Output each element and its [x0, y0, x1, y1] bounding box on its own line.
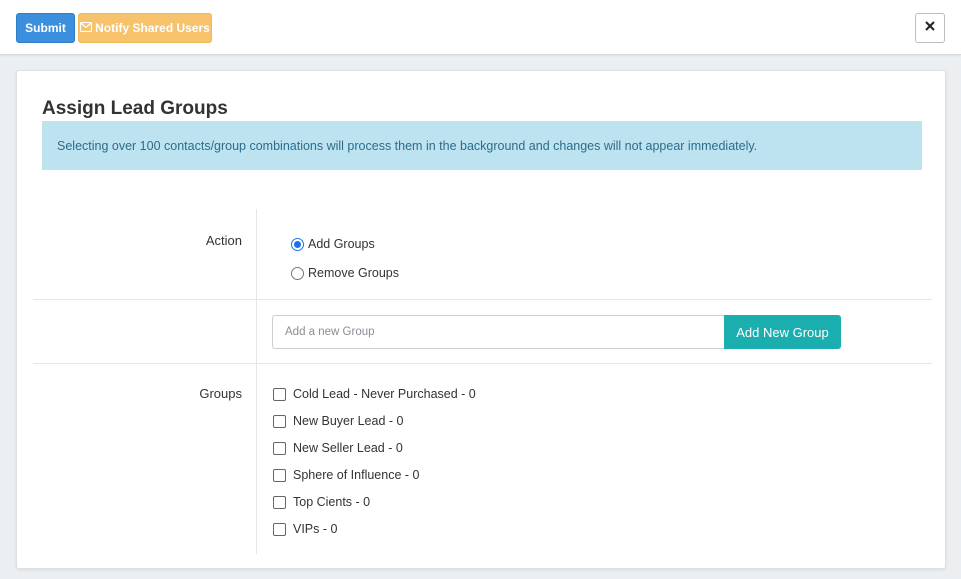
radio-add-groups[interactable]: Add Groups [291, 237, 375, 251]
group-item-top-clients[interactable]: Top Cients - 0 [273, 495, 370, 509]
assign-form: Action Add Groups Remove Groups Add New … [33, 209, 932, 554]
groups-label: Groups [199, 386, 242, 401]
remove-groups-radio[interactable] [291, 266, 304, 280]
group-checkbox[interactable] [273, 522, 286, 536]
top-toolbar: Submit Notify Shared Users [0, 0, 961, 55]
add-new-group-button[interactable]: Add New Group [724, 315, 841, 349]
assign-lead-groups-card: Assign Lead Groups Selecting over 100 co… [16, 70, 946, 569]
notify-shared-users-button[interactable]: Notify Shared Users [78, 13, 212, 43]
group-item-cold-lead[interactable]: Cold Lead - Never Purchased - 0 [273, 387, 476, 401]
group-item-label: Sphere of Influence - 0 [293, 468, 420, 482]
add-groups-label: Add Groups [308, 237, 375, 251]
action-row: Action Add Groups Remove Groups [33, 209, 932, 300]
page-title: Assign Lead Groups [42, 98, 228, 119]
group-item-label: VIPs - 0 [293, 522, 338, 536]
group-checkbox[interactable] [273, 495, 286, 509]
submit-button[interactable]: Submit [16, 13, 75, 43]
group-checkbox[interactable] [273, 414, 286, 428]
group-checkbox[interactable] [273, 441, 286, 455]
group-item-new-seller-lead[interactable]: New Seller Lead - 0 [273, 441, 403, 455]
info-alert-text: Selecting over 100 contacts/group combin… [57, 138, 758, 153]
group-item-sphere-of-influence[interactable]: Sphere of Influence - 0 [273, 468, 419, 482]
group-item-label: Cold Lead - Never Purchased - 0 [293, 387, 476, 401]
group-item-new-buyer-lead[interactable]: New Buyer Lead - 0 [273, 414, 403, 428]
group-item-label: New Buyer Lead - 0 [293, 414, 404, 428]
add-groups-radio[interactable] [291, 237, 304, 251]
new-group-input[interactable] [272, 315, 725, 349]
group-checkbox[interactable] [273, 387, 286, 401]
remove-groups-label: Remove Groups [308, 266, 400, 280]
group-item-label: New Seller Lead - 0 [293, 441, 403, 455]
close-icon [924, 19, 936, 37]
add-group-row: Add New Group [33, 300, 932, 364]
groups-row: Groups Cold Lead - Never Purchased - 0 N… [33, 364, 932, 554]
close-button[interactable] [915, 13, 945, 43]
notify-shared-users-label: Notify Shared Users [95, 21, 210, 35]
info-alert: Selecting over 100 contacts/group combin… [42, 121, 922, 170]
group-item-label: Top Cients - 0 [293, 495, 371, 509]
group-item-vips[interactable]: VIPs - 0 [273, 522, 337, 536]
envelope-icon [80, 21, 93, 35]
group-checkbox[interactable] [273, 468, 286, 482]
radio-remove-groups[interactable]: Remove Groups [291, 266, 399, 280]
action-label: Action [205, 233, 242, 248]
